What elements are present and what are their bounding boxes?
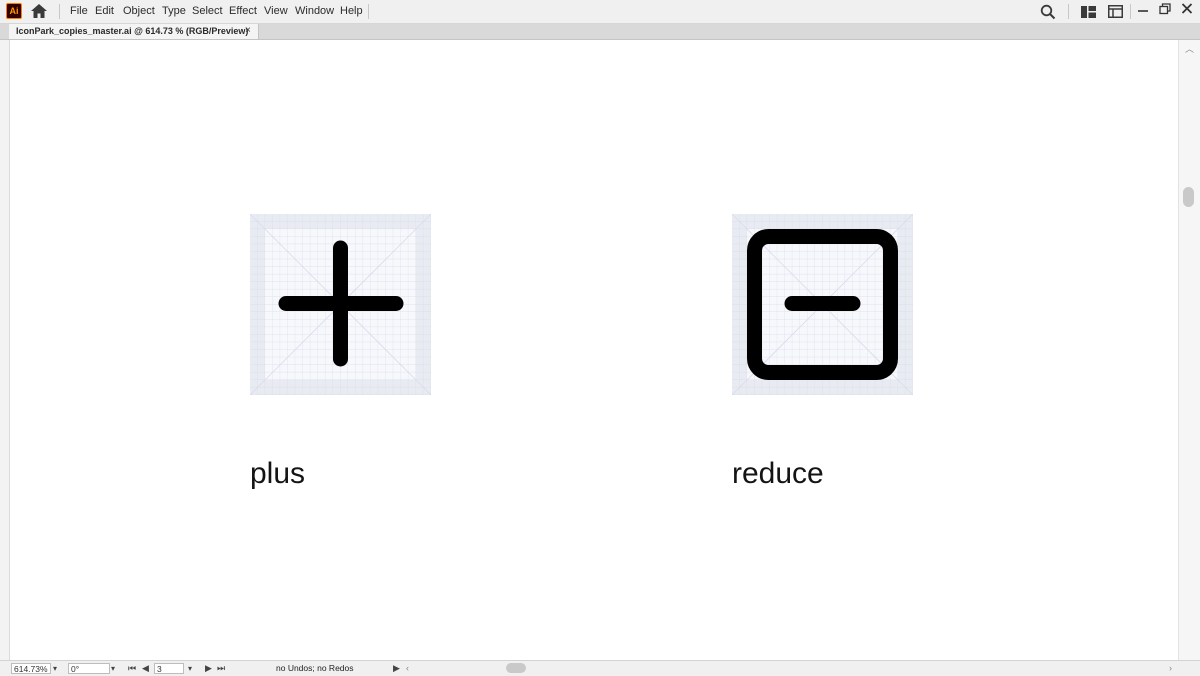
menu-edit[interactable]: Edit [95,4,114,18]
search-icon[interactable] [1040,4,1056,20]
label-reduce: reduce [732,457,824,490]
menu-type[interactable]: Type [162,4,186,18]
menu-view[interactable]: View [264,4,288,18]
scroll-left-icon[interactable]: ‹ [406,662,409,675]
document-tab[interactable]: IconPark_copies_master.ai @ 614.73 % (RG… [9,24,259,39]
document-tab-bar: IconPark_copies_master.ai @ 614.73 % (RG… [0,24,1200,40]
artboard-reduce[interactable] [732,214,913,395]
panel-toggle-icon[interactable] [1108,5,1123,18]
scroll-right-icon[interactable]: › [1169,662,1172,675]
menu-separator [368,4,369,19]
artboard-number-field[interactable]: 3 [154,663,184,674]
vertical-scrollbar[interactable]: ︿ [1178,40,1200,660]
artboard-plus[interactable] [250,214,431,395]
status-bar: 614.73% ▾ 0° ▾ ⏮ ◀ 3 ▾ ▶ ⏭ no Undos; no … [0,660,1200,676]
menu-separator [1068,4,1069,19]
previous-artboard-icon[interactable]: ◀ [142,662,149,675]
workspace-layout-icon[interactable] [1081,6,1096,18]
artboard-dropdown-chevron-icon[interactable]: ▾ [188,663,192,674]
first-artboard-icon[interactable]: ⏮ [128,662,136,675]
home-icon[interactable] [30,3,48,19]
menu-select[interactable]: Select [192,4,223,18]
menu-file[interactable]: File [70,4,88,18]
canvas[interactable]: plus reduce [10,40,1178,660]
restore-icon[interactable] [1155,2,1175,16]
left-edge-panel [0,40,10,660]
status-menu-arrow-icon[interactable]: ▶ [393,662,400,675]
plus-icon [278,240,404,367]
menu-bar: Ai File Edit Object Type Select Effect V… [0,0,1200,24]
chevron-up-icon[interactable]: ︿ [1185,42,1194,55]
document-tab-title: IconPark_copies_master.ai @ 614.73 % (RG… [16,26,249,36]
label-plus: plus [250,457,306,490]
horizontal-scroll-thumb[interactable] [506,663,526,673]
zoom-dropdown-chevron-icon[interactable]: ▾ [53,663,57,674]
menu-window[interactable]: Window [295,4,334,18]
next-artboard-icon[interactable]: ▶ [205,662,212,675]
menu-object[interactable]: Object [123,4,155,18]
last-artboard-icon[interactable]: ⏭ [217,662,225,675]
minimize-icon[interactable] [1133,2,1153,16]
menu-help[interactable]: Help [340,4,363,18]
close-window-icon[interactable] [1177,2,1197,16]
reduce-icon [747,229,898,380]
undo-status-text: no Undos; no Redos [276,663,354,673]
vertical-scroll-thumb[interactable] [1183,187,1194,207]
rotation-field[interactable]: 0° [68,663,110,674]
menu-separator [1130,4,1131,19]
zoom-field[interactable]: 614.73% [11,663,51,674]
rotation-dropdown-chevron-icon[interactable]: ▾ [111,663,115,674]
menu-effect[interactable]: Effect [229,4,257,18]
illustrator-logo: Ai [6,3,22,19]
close-tab-icon[interactable]: × [245,25,251,37]
menu-separator [59,4,60,19]
